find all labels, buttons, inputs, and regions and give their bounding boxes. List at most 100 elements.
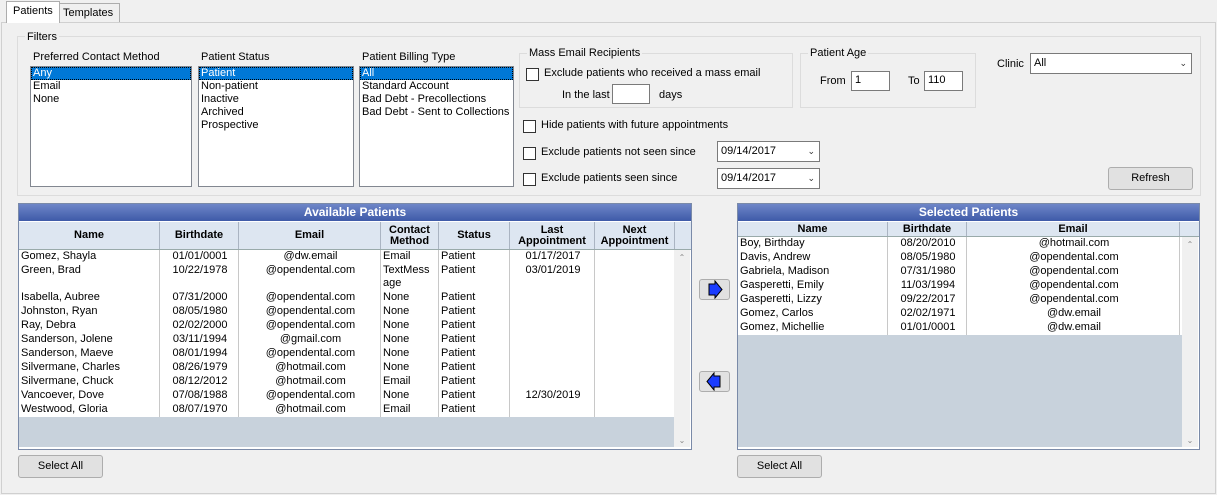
list-item[interactable]: Email [31, 80, 191, 93]
table-row[interactable]: Johnston, Ryan 08/05/1980 @opendental.com N… [19, 305, 675, 320]
table-cell-name: Boy, Birthday [738, 237, 888, 251]
tab-templates[interactable]: Templates [56, 3, 121, 23]
list-item[interactable]: Bad Debt - Sent to Collections [360, 106, 513, 119]
list-item[interactable]: Bad Debt - Precollections [360, 93, 513, 106]
table-cell-name: Davis, Andrew [738, 251, 888, 265]
billing-type-listbox[interactable]: All Standard Account Bad Debt - Precolle… [359, 66, 514, 187]
chevron-down-icon: ⌄ [807, 146, 815, 156]
table-row[interactable]: Gasperetti, Lizzy 09/22/2017 @opendental.c… [738, 293, 1182, 308]
table-row[interactable]: Sanderson, Jolene 03/11/1994 @gmail.com Non… [19, 333, 675, 348]
list-item[interactable]: Prospective [199, 119, 353, 132]
table-cell-contact: TextMess age [381, 264, 439, 291]
age-to-input[interactable]: 110 [924, 71, 963, 91]
table-row[interactable]: Ray, Debra 02/02/2000 @opendental.com None P… [19, 319, 675, 334]
column-header-name[interactable]: Name [738, 222, 888, 236]
table-cell-birth: 11/03/1994 [888, 279, 967, 293]
table-row[interactable]: Green, Brad 10/22/1978 @opendental.com Text… [19, 264, 675, 292]
table-row[interactable]: Boy, Birthday 08/20/2010 @hotmail.com [738, 237, 1182, 252]
column-header-last-appointment[interactable]: Last Appointment [510, 222, 595, 249]
table-cell-status: Patient [439, 347, 510, 361]
chevron-down-icon: ⌄ [807, 173, 815, 183]
in-last-days-input[interactable] [612, 84, 650, 104]
table-row[interactable]: Silvermane, Charles 08/26/1979 @hotmail.co… [19, 361, 675, 376]
available-select-all-button[interactable]: Select All [18, 455, 103, 478]
age-from-input[interactable]: 1 [851, 71, 890, 91]
table-cell-next [595, 305, 675, 319]
exclude-seen-date-picker[interactable]: 09/14/2017 ⌄ [717, 168, 820, 189]
list-item[interactable]: None [31, 93, 191, 106]
refresh-button[interactable]: Refresh [1108, 167, 1193, 190]
move-left-button[interactable] [699, 371, 730, 392]
available-patients-scrollbar[interactable]: ⌃ ⌄ [674, 250, 690, 447]
hide-future-appointments-label: Hide patients with future appointments [541, 119, 729, 131]
table-cell-email: @opendental.com [967, 265, 1180, 279]
scroll-down-icon[interactable]: ⌄ [674, 436, 690, 445]
table-cell-birth: 10/22/1978 [160, 264, 239, 291]
table-cell-birth: 08/07/1970 [160, 403, 239, 417]
exclude-mass-email-label: Exclude patients who received a mass ema… [544, 67, 761, 79]
table-row[interactable]: Isabella, Aubree 07/31/2000 @opendental.co… [19, 291, 675, 306]
tab-patients[interactable]: Patients [6, 1, 60, 23]
table-cell-email: @dw.email [967, 307, 1180, 321]
table-row[interactable]: Vancoever, Dove 07/08/1988 @opendental.com… [19, 389, 675, 404]
exclude-not-seen-date-picker[interactable]: 09/14/2017 ⌄ [717, 141, 820, 162]
table-cell-email: @gmail.com [239, 333, 381, 347]
list-item[interactable]: Non-patient [199, 80, 353, 93]
column-header-name[interactable]: Name [19, 222, 160, 249]
column-header-contact-method[interactable]: Contact Method [381, 222, 439, 249]
table-cell-last [510, 403, 595, 417]
list-item[interactable]: Archived [199, 106, 353, 119]
table-row[interactable]: Gomez, Carlos 02/02/1971 @dw.email [738, 307, 1182, 322]
scroll-up-icon[interactable]: ⌃ [674, 253, 690, 262]
move-right-button[interactable] [699, 279, 730, 300]
table-row[interactable]: Gomez, Shayla 01/01/0001 @dw.email Email Pat… [19, 250, 675, 265]
list-item[interactable]: All [360, 67, 513, 80]
table-cell-email: @opendental.com [239, 319, 381, 333]
list-item[interactable]: Any [31, 67, 191, 80]
selected-patients-title: Selected Patients [738, 204, 1199, 221]
column-header-birthdate[interactable]: Birthdate [888, 222, 967, 236]
column-header-email[interactable]: Email [239, 222, 381, 249]
table-cell-birth: 03/11/1994 [160, 333, 239, 347]
table-cell-email: @opendental.com [239, 305, 381, 319]
list-item[interactable]: Patient [199, 67, 353, 80]
exclude-not-seen-checkbox[interactable] [523, 147, 536, 160]
table-cell-last [510, 305, 595, 319]
table-cell-name: Silvermane, Chuck [19, 375, 160, 389]
exclude-mass-email-checkbox[interactable] [526, 68, 539, 81]
scroll-up-icon[interactable]: ⌃ [1182, 240, 1198, 249]
column-header-status[interactable]: Status [439, 222, 510, 249]
table-row[interactable]: Gabriela, Madison 07/31/1980 @opendental.c… [738, 265, 1182, 280]
selected-select-all-button[interactable]: Select All [737, 455, 822, 478]
column-header-next-appointment[interactable]: Next Appointment [595, 222, 675, 249]
table-row[interactable]: Gasperetti, Emily 11/03/1994 @opendental.c… [738, 279, 1182, 294]
table-cell-contact: Email [381, 250, 439, 264]
table-cell-birth: 08/05/1980 [160, 305, 239, 319]
table-cell-birth: 02/02/2000 [160, 319, 239, 333]
scroll-down-icon[interactable]: ⌄ [1182, 436, 1198, 445]
table-cell-status: Patient [439, 375, 510, 389]
table-row[interactable]: Westwood, Gloria 08/07/1970 @hotmail.com Em… [19, 403, 675, 418]
available-patients-body: Gomez, Shayla 01/01/0001 @dw.email Email Pat… [19, 250, 691, 447]
table-row[interactable]: Silvermane, Chuck 08/12/2012 @hotmail.com E… [19, 375, 675, 390]
table-row[interactable]: Gomez, Michellie 01/01/0001 @dw.email [738, 321, 1182, 336]
patient-status-listbox[interactable]: Patient Non-patient Inactive Archived Pr… [198, 66, 354, 187]
column-header-email[interactable]: Email [967, 222, 1180, 236]
column-header-birthdate[interactable]: Birthdate [160, 222, 239, 249]
table-row[interactable]: Davis, Andrew 08/05/1980 @opendental.com [738, 251, 1182, 266]
clinic-dropdown[interactable]: All ⌄ [1030, 53, 1192, 74]
table-cell-name: Gasperetti, Emily [738, 279, 888, 293]
preferred-contact-listbox[interactable]: Any Email None [30, 66, 192, 187]
table-cell-next [595, 361, 675, 375]
table-row[interactable]: Sanderson, Maeve 08/01/1994 @opendental.co… [19, 347, 675, 362]
list-item[interactable]: Standard Account [360, 80, 513, 93]
table-cell-status: Patient [439, 333, 510, 347]
list-item[interactable]: Inactive [199, 93, 353, 106]
exclude-seen-checkbox[interactable] [523, 173, 536, 186]
table-cell-contact: None [381, 291, 439, 305]
table-cell-email: @hotmail.com [967, 237, 1180, 251]
table-cell-next [595, 250, 675, 264]
selected-patients-scrollbar[interactable]: ⌃ ⌄ [1182, 237, 1198, 447]
table-cell-birth: 01/01/0001 [888, 321, 967, 335]
hide-future-appointments-checkbox[interactable] [523, 120, 536, 133]
